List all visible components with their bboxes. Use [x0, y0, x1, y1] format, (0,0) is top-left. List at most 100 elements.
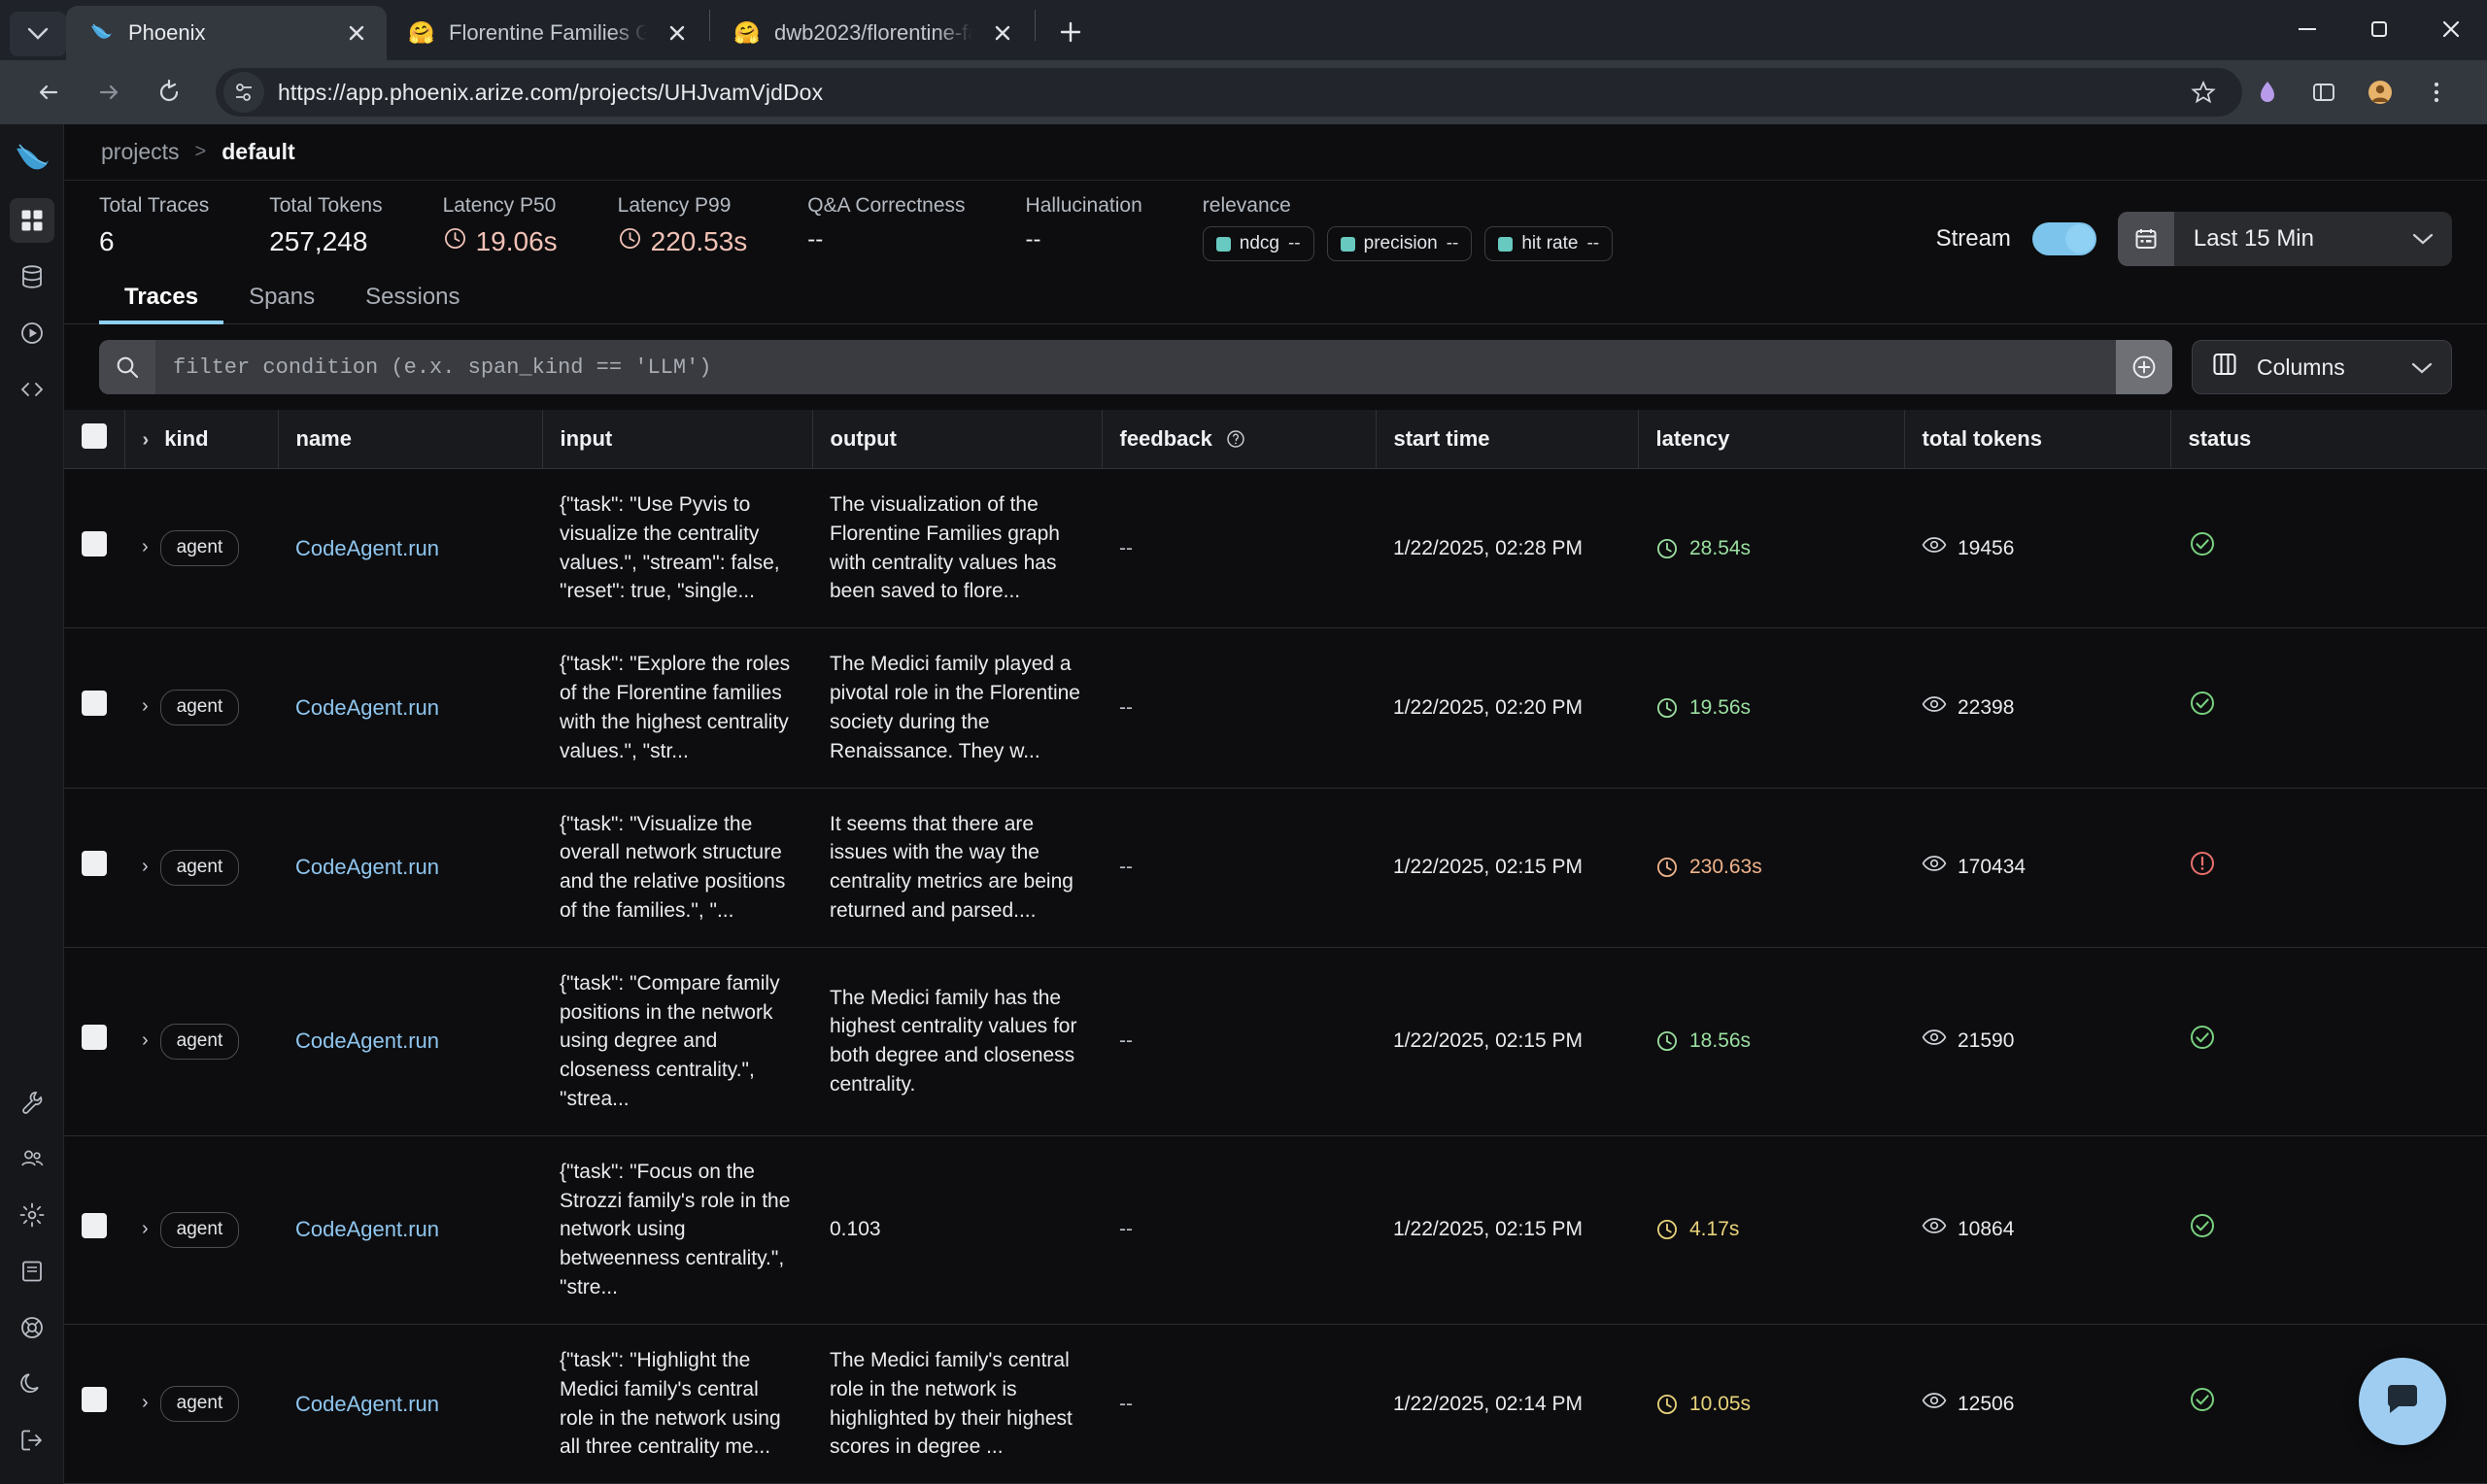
tab-sessions[interactable]: Sessions	[340, 270, 485, 323]
browser-tab-2[interactable]: 🤗 dwb2023/florentine-families-gra	[712, 6, 1033, 60]
trace-name-link[interactable]: CodeAgent.run	[295, 1217, 439, 1241]
trace-name-link[interactable]: CodeAgent.run	[295, 1029, 439, 1053]
avatar[interactable]	[2361, 73, 2400, 112]
breadcrumb-separator: >	[194, 141, 207, 162]
column-header-input[interactable]: input	[542, 410, 813, 469]
column-label: kind	[164, 426, 209, 451]
chevron-right-icon[interactable]: ›	[143, 429, 150, 451]
column-header-latency[interactable]: latency	[1638, 410, 1905, 469]
metric-value-wrap: 19.06s	[443, 226, 558, 257]
sidebar-item-theme[interactable]	[10, 1362, 54, 1406]
close-icon[interactable]	[340, 17, 373, 50]
row-select-cell[interactable]	[64, 788, 124, 948]
row-checkbox[interactable]	[82, 850, 107, 876]
expand-row-icon[interactable]: ›	[142, 536, 149, 557]
columns-button[interactable]: Columns	[2192, 340, 2452, 394]
trace-name-link[interactable]: CodeAgent.run	[295, 1392, 439, 1416]
close-window-icon[interactable]	[2415, 4, 2487, 54]
reload-icon[interactable]	[142, 65, 196, 119]
table-row[interactable]: › agent CodeAgent.run {"task": "Explore the…	[64, 627, 2487, 789]
minimize-icon[interactable]	[2271, 4, 2343, 54]
table-row[interactable]: › agent CodeAgent.run {"task": "Highlight t…	[64, 1324, 2487, 1484]
column-label: status	[2188, 426, 2252, 451]
metric-value: 6	[99, 226, 115, 256]
row-checkbox[interactable]	[82, 691, 107, 717]
expand-row-icon[interactable]: ›	[142, 1218, 149, 1239]
table-row[interactable]: › agent CodeAgent.run {"task": "Focus on th…	[64, 1135, 2487, 1325]
browser-menu-icon[interactable]	[2417, 73, 2456, 112]
sidebar-item-playground[interactable]	[10, 311, 54, 355]
row-checkbox[interactable]	[82, 1212, 107, 1238]
column-header-status[interactable]: status	[2170, 410, 2487, 469]
traces-table-wrap[interactable]: › kind name input output feedback start …	[64, 410, 2487, 1484]
maximize-icon[interactable]	[2343, 4, 2415, 54]
row-select-cell[interactable]	[64, 947, 124, 1136]
sidebar-item-docs[interactable]	[10, 1249, 54, 1294]
trace-name-link[interactable]: CodeAgent.run	[295, 695, 439, 720]
sidebar-item-settings[interactable]	[10, 1193, 54, 1237]
column-header-total-tokens[interactable]: total tokens	[1904, 410, 2171, 469]
column-header-start-time[interactable]: start time	[1376, 410, 1639, 469]
bookmark-star-icon[interactable]	[2184, 73, 2223, 112]
close-icon[interactable]	[986, 17, 1019, 50]
row-select-cell[interactable]	[64, 627, 124, 789]
trace-name-link[interactable]: CodeAgent.run	[295, 536, 439, 560]
profile-badge-icon[interactable]	[2248, 73, 2287, 112]
column-header-feedback[interactable]: feedback	[1102, 410, 1377, 469]
row-output-cell: The visualization of the Florentine Fami…	[812, 468, 1102, 629]
row-select-cell[interactable]	[64, 1135, 124, 1325]
stream-toggle[interactable]	[2031, 222, 2096, 255]
expand-row-icon[interactable]: ›	[142, 1392, 149, 1413]
sidebar-item-support[interactable]	[10, 1305, 54, 1350]
back-icon[interactable]	[21, 65, 76, 119]
new-tab-button[interactable]	[1045, 7, 1096, 57]
search-input[interactable]	[155, 340, 2116, 394]
sidebar-item-logout[interactable]	[10, 1418, 54, 1463]
column-header-name[interactable]: name	[278, 410, 543, 469]
row-checkbox[interactable]	[82, 531, 107, 557]
sidebar-item-api[interactable]	[10, 367, 54, 412]
question-circle-icon[interactable]	[1226, 426, 1245, 451]
extensions-icon[interactable]	[2304, 73, 2343, 112]
filter-condition-box[interactable]	[99, 340, 2172, 394]
sidebar-item-tools[interactable]	[10, 1080, 54, 1125]
table-row[interactable]: › agent CodeAgent.run {"task": "Compare fam…	[64, 947, 2487, 1136]
forward-icon[interactable]	[82, 65, 136, 119]
trace-name-link[interactable]: CodeAgent.run	[295, 855, 439, 879]
sidebar-item-people[interactable]	[10, 1136, 54, 1181]
column-header-output[interactable]: output	[812, 410, 1103, 469]
select-all-checkbox[interactable]	[82, 423, 107, 449]
row-checkbox[interactable]	[82, 1387, 107, 1413]
address-bar[interactable]: https://app.phoenix.arize.com/projects/U…	[216, 68, 2242, 117]
tab-search-button[interactable]	[10, 12, 66, 56]
row-start-time-cell: 1/22/2025, 02:20 PM	[1376, 627, 1638, 789]
table-row[interactable]: › agent CodeAgent.run {"task": "Visualize t…	[64, 788, 2487, 948]
sidebar-item-datasets[interactable]	[10, 254, 54, 299]
browser-tab-0[interactable]: Phoenix	[66, 6, 387, 60]
select-all-cell[interactable]	[64, 410, 125, 469]
breadcrumb-projects[interactable]: projects	[101, 139, 180, 165]
chip-precision[interactable]: precision --	[1326, 226, 1473, 261]
tab-traces[interactable]: Traces	[99, 270, 224, 324]
expand-row-icon[interactable]: ›	[142, 695, 149, 717]
close-icon[interactable]	[661, 17, 694, 50]
add-filter-icon[interactable]	[2116, 340, 2172, 394]
row-checkbox[interactable]	[82, 1024, 107, 1050]
table-row[interactable]: › agent CodeAgent.run {"task": "Use Pyvis t…	[64, 468, 2487, 629]
chip-hit-rate[interactable]: hit rate --	[1484, 226, 1614, 261]
row-select-cell[interactable]	[64, 1324, 124, 1484]
expand-row-icon[interactable]: ›	[142, 1029, 149, 1051]
time-range-selector[interactable]: Last 15 Min	[2117, 212, 2452, 266]
phoenix-logo-icon[interactable]	[11, 138, 53, 181]
row-select-cell[interactable]	[64, 468, 124, 629]
calendar-icon[interactable]	[2117, 212, 2174, 266]
site-settings-icon[interactable]	[223, 72, 264, 113]
time-range-main[interactable]: Last 15 Min	[2174, 212, 2452, 266]
column-header-kind[interactable]: › kind	[124, 410, 279, 469]
support-chat-button[interactable]	[2359, 1358, 2446, 1445]
expand-row-icon[interactable]: ›	[142, 856, 149, 877]
sidebar-item-projects[interactable]	[9, 198, 54, 243]
chip-ndcg[interactable]: ndcg --	[1202, 226, 1314, 261]
browser-tab-1[interactable]: 🤗 Florentine Families Graph - a Hu	[387, 6, 707, 60]
tab-spans[interactable]: Spans	[223, 270, 340, 323]
